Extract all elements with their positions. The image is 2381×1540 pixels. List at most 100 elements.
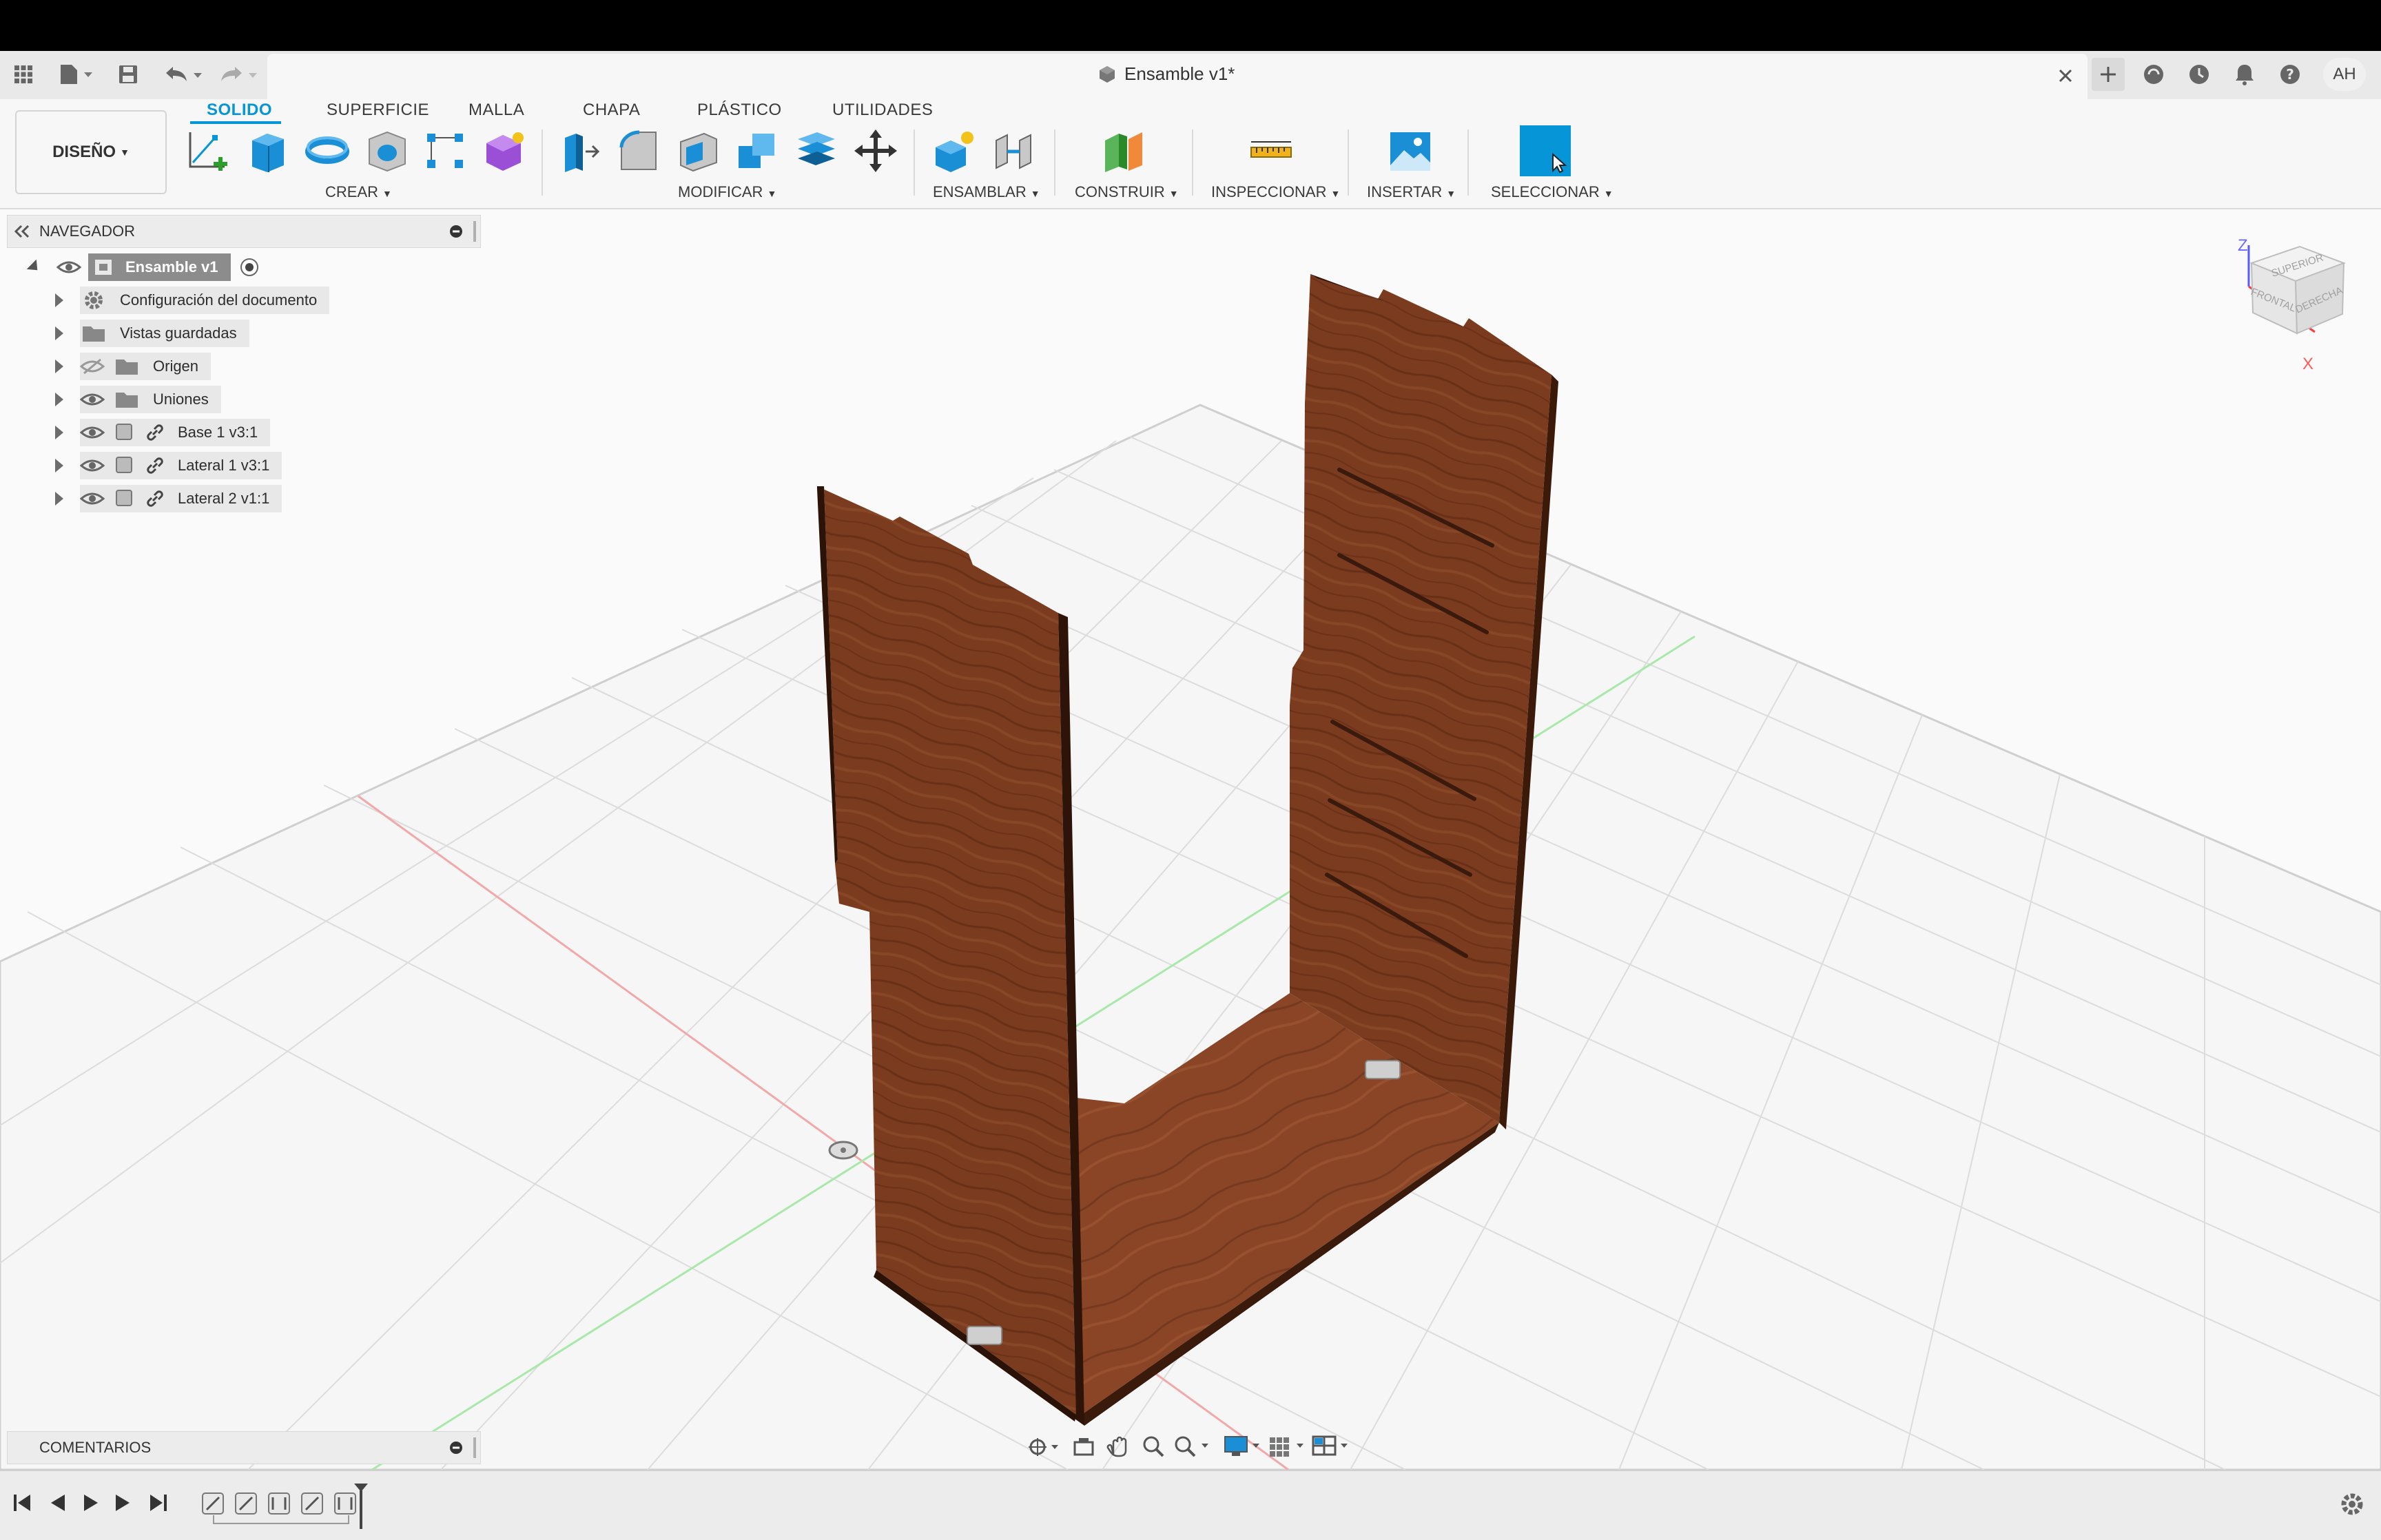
tab-superficie[interactable]: SUPERFICIE bbox=[327, 101, 429, 120]
component-icon bbox=[116, 457, 132, 473]
comments-panel-header[interactable]: COMENTARIOS bbox=[7, 1431, 481, 1464]
press-pull-icon[interactable] bbox=[554, 125, 605, 176]
move-copy-icon[interactable] bbox=[850, 125, 901, 176]
tab-plastico[interactable]: PLÁSTICO bbox=[697, 101, 782, 120]
panel-resize-handle[interactable] bbox=[473, 221, 476, 242]
eye-icon[interactable] bbox=[80, 391, 105, 408]
expand-triangle-icon[interactable] bbox=[26, 259, 43, 275]
user-avatar[interactable]: AH bbox=[2323, 58, 2366, 91]
panel-resize-handle[interactable] bbox=[473, 1437, 476, 1458]
tab-utilidades[interactable]: UTILIDADES bbox=[832, 101, 933, 120]
orbit-icon[interactable] bbox=[1027, 1435, 1061, 1459]
workspace-switcher[interactable]: DISEÑO ▼ bbox=[15, 110, 167, 194]
joint-icon[interactable] bbox=[988, 125, 1039, 176]
pattern-icon[interactable] bbox=[420, 125, 471, 176]
joint-marker-icon bbox=[967, 1326, 1002, 1345]
step-forward-icon[interactable] bbox=[113, 1492, 134, 1514]
help-icon[interactable]: ? bbox=[2275, 59, 2305, 90]
combine-icon[interactable] bbox=[732, 125, 783, 176]
collapse-panel-icon[interactable] bbox=[13, 224, 31, 239]
app-grid-icon[interactable] bbox=[10, 61, 37, 88]
revolve-icon[interactable] bbox=[302, 125, 353, 176]
expand-triangle-icon[interactable] bbox=[55, 459, 63, 472]
insert-image-icon[interactable] bbox=[1385, 125, 1436, 176]
extrude-icon[interactable] bbox=[243, 125, 293, 176]
create-sketch-icon[interactable] bbox=[183, 125, 234, 176]
document-tab[interactable]: Ensamble v1* bbox=[267, 54, 2088, 99]
measure-icon[interactable] bbox=[1246, 125, 1297, 176]
tab-chapa[interactable]: CHAPA bbox=[583, 101, 640, 120]
tab-solido[interactable]: SOLIDO bbox=[207, 101, 272, 120]
step-back-icon[interactable] bbox=[47, 1492, 68, 1514]
redo-icon[interactable] bbox=[215, 61, 263, 88]
tab-malla[interactable]: MALLA bbox=[468, 101, 524, 120]
expand-triangle-icon[interactable] bbox=[55, 293, 63, 307]
expand-triangle-icon[interactable] bbox=[55, 393, 63, 406]
timeline-features[interactable] bbox=[200, 1489, 379, 1528]
view-cube[interactable]: SUPERIOR FRONTAL DERECHA Z X bbox=[2238, 236, 2346, 373]
viewports-icon[interactable] bbox=[1312, 1434, 1350, 1459]
timeline-marker-handle[interactable] bbox=[353, 1482, 369, 1530]
save-icon[interactable] bbox=[113, 61, 143, 88]
group-construir-label[interactable]: CONSTRUIR ▼ bbox=[1075, 183, 1179, 201]
zoom-window-icon[interactable] bbox=[1173, 1434, 1211, 1459]
eye-icon[interactable] bbox=[80, 457, 105, 474]
pan-hand-icon[interactable] bbox=[1106, 1434, 1130, 1459]
offset-plane-icon[interactable] bbox=[1098, 125, 1149, 176]
job-status-clock-icon[interactable] bbox=[2184, 59, 2214, 90]
create-form-icon[interactable] bbox=[480, 125, 530, 176]
group-crear-label[interactable]: CREAR ▼ bbox=[325, 183, 392, 201]
expand-triangle-icon[interactable] bbox=[55, 326, 63, 340]
comments-add-icon[interactable] bbox=[449, 1440, 464, 1455]
extensions-icon[interactable] bbox=[2138, 59, 2169, 90]
notifications-bell-icon[interactable] bbox=[2229, 59, 2260, 90]
look-at-icon[interactable] bbox=[1072, 1435, 1095, 1459]
tree-item-config[interactable]: Configuración del documento bbox=[52, 285, 330, 315]
expand-triangle-icon[interactable] bbox=[55, 492, 63, 506]
group-insertar-label[interactable]: INSERTAR ▼ bbox=[1367, 183, 1456, 201]
expand-triangle-icon[interactable] bbox=[55, 426, 63, 439]
ribbon-separator bbox=[914, 129, 915, 196]
new-component-icon[interactable] bbox=[929, 125, 980, 176]
tree-item-base[interactable]: Base 1 v3:1 bbox=[52, 417, 271, 448]
display-settings-icon[interactable] bbox=[1224, 1434, 1262, 1459]
axis-z-label: Z bbox=[2238, 236, 2248, 255]
activate-radio-icon[interactable] bbox=[239, 257, 260, 278]
expand-triangle-icon[interactable] bbox=[55, 360, 63, 373]
tree-item-lateral-2[interactable]: Lateral 2 v1:1 bbox=[52, 483, 282, 514]
fillet-icon[interactable] bbox=[613, 125, 664, 176]
tree-item-saved-views[interactable]: Vistas guardadas bbox=[52, 318, 249, 348]
navigator-panel-header[interactable]: NAVEGADOR bbox=[7, 215, 481, 248]
group-seleccionar-label[interactable]: SELECCIONAR ▼ bbox=[1491, 183, 1614, 201]
tree-root-row[interactable]: Ensamble v1 bbox=[26, 252, 260, 282]
shell-icon[interactable] bbox=[672, 125, 723, 176]
workspace-label: DISEÑO bbox=[52, 143, 116, 161]
go-to-start-icon[interactable] bbox=[12, 1492, 33, 1514]
eye-icon[interactable] bbox=[80, 424, 105, 441]
group-ensamblar-label[interactable]: ENSAMBLAR ▼ bbox=[933, 183, 1040, 201]
file-menu-icon[interactable] bbox=[54, 61, 98, 88]
eye-icon[interactable] bbox=[80, 490, 105, 507]
select-tool-icon[interactable] bbox=[1520, 125, 1571, 176]
grid-settings-icon[interactable] bbox=[1268, 1434, 1306, 1459]
undo-icon[interactable] bbox=[160, 61, 208, 88]
close-tab-icon[interactable] bbox=[2053, 63, 2078, 88]
tree-item-joints[interactable]: Uniones bbox=[52, 384, 221, 415]
hole-icon[interactable] bbox=[361, 125, 412, 176]
align-icon[interactable] bbox=[791, 125, 842, 176]
group-inspeccionar-label[interactable]: INSPECCIONAR ▼ bbox=[1211, 183, 1340, 201]
tree-item-origin[interactable]: Origen bbox=[52, 351, 212, 382]
zoom-icon[interactable] bbox=[1141, 1434, 1166, 1459]
timeline-bar bbox=[0, 1470, 2381, 1540]
folder-icon bbox=[116, 393, 138, 408]
go-to-end-icon[interactable] bbox=[147, 1492, 168, 1514]
new-tab-plus-icon[interactable] bbox=[2092, 58, 2125, 91]
panel-options-icon[interactable] bbox=[449, 224, 464, 239]
eye-icon[interactable] bbox=[56, 259, 81, 275]
group-modificar-label[interactable]: MODIFICAR ▼ bbox=[678, 183, 776, 201]
3d-viewport[interactable]: SUPERIOR FRONTAL DERECHA Z X bbox=[0, 209, 2381, 1470]
eye-hidden-icon[interactable] bbox=[80, 358, 105, 375]
tree-item-lateral-1[interactable]: Lateral 1 v3:1 bbox=[52, 450, 282, 481]
timeline-settings-gear-icon[interactable] bbox=[2338, 1490, 2366, 1518]
play-icon[interactable] bbox=[80, 1492, 101, 1514]
